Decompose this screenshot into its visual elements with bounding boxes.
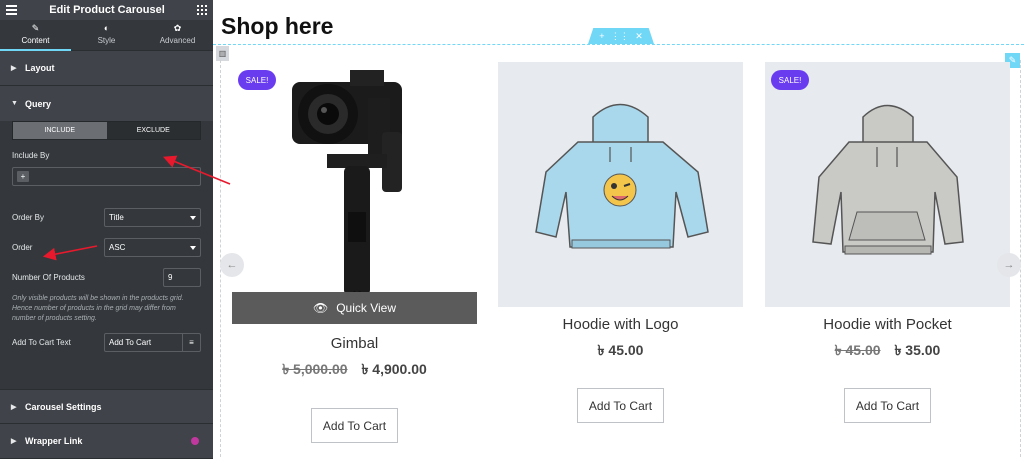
panel-title: Edit Product Carousel bbox=[49, 4, 165, 16]
product-image[interactable] bbox=[498, 62, 743, 307]
caret-right-icon: ▶ bbox=[11, 65, 17, 72]
tab-content[interactable]: ✎ Content bbox=[0, 20, 71, 51]
close-icon[interactable]: ✕ bbox=[635, 31, 643, 42]
add-to-cart-button[interactable]: Add To Cart bbox=[310, 408, 399, 443]
section-layout[interactable]: ▶ Layout bbox=[0, 51, 213, 86]
caret-down-icon: ▼ bbox=[11, 100, 18, 107]
preview-canvas: Shop here + ⋮⋮ ✕ ▥ ✎ SALE! 👁 Quick View … bbox=[213, 0, 1024, 457]
section-query-label: Query bbox=[25, 98, 52, 109]
tab-style[interactable]: ◐ Style bbox=[71, 20, 142, 50]
hoodie-logo-image bbox=[535, 103, 709, 249]
order-by-value: Title bbox=[109, 213, 124, 222]
order-row: Order ASC bbox=[12, 238, 201, 257]
section-wrapper-link-label: Wrapper Link bbox=[25, 436, 83, 446]
widgets-grid-icon[interactable] bbox=[197, 5, 207, 15]
eye-icon: 👁 bbox=[312, 301, 329, 315]
tab-content-label: Content bbox=[21, 36, 50, 45]
cart-text-label: Add To Cart Text bbox=[12, 338, 71, 347]
tab-advanced[interactable]: ✿ Advanced bbox=[142, 20, 213, 50]
add-icon[interactable]: + bbox=[17, 171, 29, 182]
gear-icon: ✿ bbox=[173, 23, 182, 33]
carousel-next-arrow-icon[interactable]: → bbox=[997, 253, 1021, 277]
order-label: Order bbox=[12, 243, 33, 252]
product-image[interactable]: SALE! bbox=[765, 62, 1010, 307]
drag-handle-icon[interactable]: ⋮⋮ bbox=[611, 31, 629, 42]
order-by-row: Order By Title bbox=[12, 208, 201, 227]
product-image[interactable]: SALE! bbox=[232, 62, 477, 307]
order-by-label: Order By bbox=[12, 213, 45, 222]
num-products-row: Number Of Products 9 bbox=[12, 268, 201, 287]
current-price: ৳ 4,900.00 bbox=[361, 361, 427, 377]
current-price: ৳ 35.00 bbox=[894, 342, 941, 358]
order-select[interactable]: ASC bbox=[104, 238, 201, 257]
chevron-down-icon bbox=[190, 245, 196, 250]
add-section-icon[interactable]: + bbox=[599, 31, 604, 41]
old-price: ৳ 45.00 bbox=[834, 342, 881, 358]
include-exclude-switcher: INCLUDE EXCLUDE bbox=[12, 121, 201, 140]
pro-badge-icon bbox=[191, 437, 199, 445]
section-query[interactable]: ▼ Query bbox=[0, 86, 213, 121]
caret-right-icon: ▶ bbox=[11, 438, 17, 445]
panel-header: Edit Product Carousel bbox=[0, 0, 213, 20]
contrast-icon: ◐ bbox=[103, 23, 110, 33]
section-carousel-settings-label: Carousel Settings bbox=[25, 401, 102, 412]
add-to-cart-button[interactable]: Add To Cart bbox=[843, 388, 932, 423]
num-products-note: Only visible products will be shown in t… bbox=[12, 295, 184, 322]
editor-tabs: ✎ Content ◐ Style ✿ Advanced bbox=[0, 20, 213, 51]
num-products-input[interactable]: 9 bbox=[163, 268, 201, 287]
quick-view-button[interactable]: 👁 Quick View bbox=[232, 292, 477, 324]
section-layout-label: Layout bbox=[25, 63, 55, 73]
product-price: ৳ 45.00 bbox=[498, 339, 743, 363]
product-price: ৳ 5,000.00 ৳ 4,900.00 bbox=[232, 358, 477, 382]
num-products-label: Number Of Products bbox=[12, 273, 85, 282]
sale-badge: SALE! bbox=[238, 70, 276, 90]
cart-text-input[interactable]: Add To Cart ≡ bbox=[104, 333, 201, 352]
include-tab[interactable]: INCLUDE bbox=[13, 122, 107, 139]
query-controls: INCLUDE EXCLUDE Include By + Order By Ti… bbox=[0, 121, 213, 389]
product-card-hoodie-logo: Hoodie with Logo ৳ 45.00 Add To Cart bbox=[498, 62, 743, 423]
section-wrapper-link[interactable]: ▶ Wrapper Link bbox=[0, 424, 213, 459]
order-value: ASC bbox=[109, 243, 126, 252]
column-handle-icon[interactable]: ▥ bbox=[216, 46, 229, 61]
caret-right-icon: ▶ bbox=[11, 403, 17, 411]
section-wrapper-link-head: ▶ Wrapper Link bbox=[11, 436, 82, 446]
add-to-cart-button[interactable]: Add To Cart bbox=[576, 388, 665, 423]
order-by-select[interactable]: Title bbox=[104, 208, 201, 227]
product-name[interactable]: Hoodie with Pocket bbox=[765, 316, 1010, 333]
pencil-icon: ✎ bbox=[31, 23, 40, 33]
include-by-label: Include By bbox=[12, 151, 50, 160]
include-by-field[interactable]: + bbox=[12, 167, 201, 186]
quick-view-label: Quick View bbox=[336, 301, 397, 315]
product-card-gimbal: SALE! 👁 Quick View Gimbal ৳ 5,000.00 ৳ 4… bbox=[232, 62, 477, 443]
cart-text-value: Add To Cart bbox=[109, 338, 152, 347]
hoodie-pocket-image bbox=[812, 104, 964, 255]
gimbal-image bbox=[292, 70, 402, 307]
current-price: ৳ 45.00 bbox=[597, 342, 644, 358]
sale-badge: SALE! bbox=[771, 70, 809, 90]
carousel-prev-arrow-icon[interactable]: ← bbox=[220, 253, 244, 277]
old-price: ৳ 5,000.00 bbox=[282, 361, 348, 377]
chevron-down-icon bbox=[190, 215, 196, 220]
cart-text-row: Add To Cart Text Add To Cart ≡ bbox=[12, 333, 201, 352]
exclude-tab[interactable]: EXCLUDE bbox=[106, 122, 200, 139]
section-carousel-settings[interactable]: ▶ Carousel Settings bbox=[0, 389, 213, 424]
editor-panel: Edit Product Carousel ✎ Content ◐ Style … bbox=[0, 0, 213, 459]
product-card-hoodie-pocket: SALE! Hoodie with Pocket ৳ 45.00 ৳ 35.00… bbox=[765, 62, 1010, 423]
page-heading: Shop here bbox=[221, 13, 334, 39]
tab-style-label: Style bbox=[97, 36, 116, 45]
product-price: ৳ 45.00 ৳ 35.00 bbox=[765, 339, 1010, 363]
tab-advanced-label: Advanced bbox=[159, 36, 196, 45]
section-border bbox=[213, 44, 1024, 45]
product-name[interactable]: Hoodie with Logo bbox=[498, 316, 743, 333]
product-name[interactable]: Gimbal bbox=[232, 335, 477, 352]
dynamic-tags-icon[interactable]: ≡ bbox=[182, 334, 200, 351]
section-toolbar: + ⋮⋮ ✕ bbox=[588, 28, 654, 44]
hamburger-menu-icon[interactable] bbox=[6, 5, 17, 15]
